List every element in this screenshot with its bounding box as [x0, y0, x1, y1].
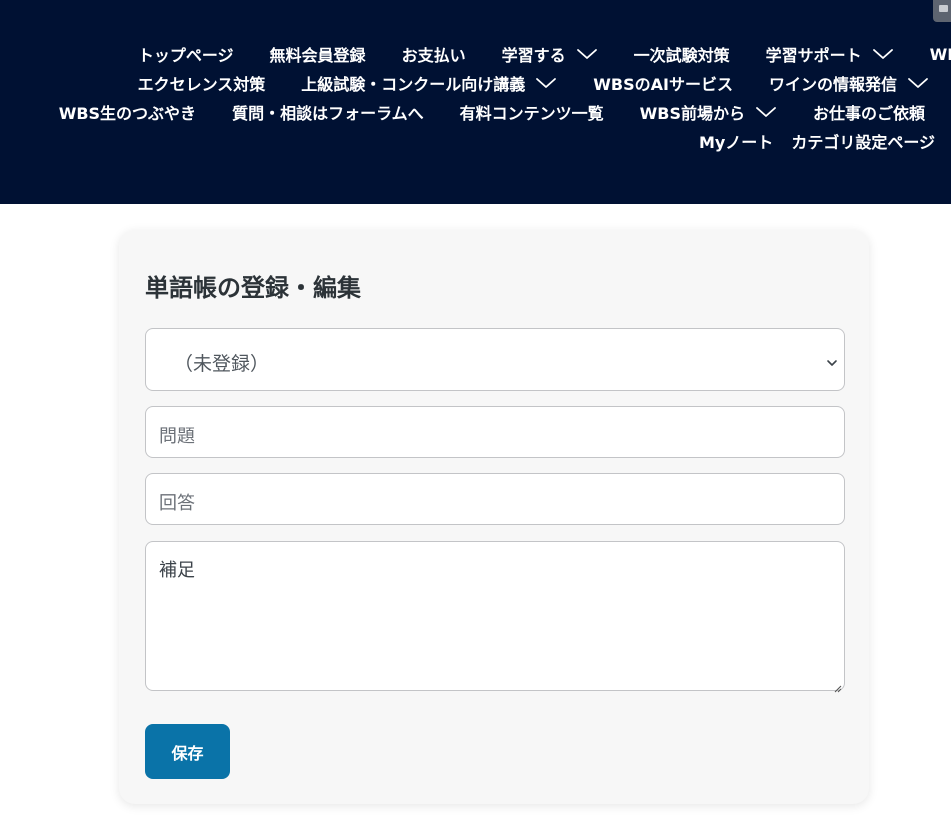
site-header: トップページ 無料会員登録 お支払い 学習する 一次試験対策 学習サポート WBS エクセレ… [0, 0, 951, 204]
save-button[interactable]: 保存 [145, 724, 230, 779]
nav-item-label: トップページ [137, 46, 234, 65]
select-value: （未登録） [174, 353, 270, 375]
nav-item-label: お支払い [401, 46, 466, 65]
nav-item-label: 一次試験対策 [633, 46, 730, 65]
nav-row: トップページ 無料会員登録 お支払い 学習する 一次試験対策 学習サポート WBS [0, 40, 951, 68]
chevron-down-icon[interactable] [755, 105, 777, 119]
nav-item[interactable]: 一次試験対策 [634, 42, 730, 66]
resize-handle-icon[interactable] [832, 678, 842, 693]
answer-placeholder: 回答 [159, 493, 195, 514]
nav-row: WBS生のつぶやき 質問・相談はフォーラムへ 有料コンテンツ一覧 WBS前場から お仕事… [0, 98, 925, 126]
nav-item-label: WBSのAIサービス [593, 75, 733, 94]
nav-item[interactable]: Myノート [699, 129, 773, 153]
nav-item-label: 学習サポート [765, 46, 862, 65]
nav-item[interactable]: 上級試験・コンクール向け講義 [301, 71, 557, 95]
nav-item[interactable]: WBSのAIサービス [593, 71, 733, 95]
nav-item[interactable]: お支払い [402, 42, 466, 66]
nav-item[interactable]: 質問・相談はフォーラムへ [232, 100, 424, 124]
note-placeholder: 補足 [159, 560, 195, 581]
nav-item-label: 質問・相談はフォーラムへ [232, 104, 424, 123]
question-placeholder: 問題 [159, 426, 195, 447]
nav-item[interactable]: お仕事のご依頼 [813, 100, 925, 124]
nav-item[interactable]: カテゴリ設定ページ [791, 129, 935, 153]
nav-row: Myノート カテゴリ設定ページ [0, 127, 935, 155]
nav-item[interactable]: 有料コンテンツ一覧 [460, 100, 604, 124]
nav-row: エクセレンス対策 上級試験・コンクール向け講義 WBSのAIサービス ワインの情報発信 [0, 69, 929, 97]
nav-item-label: 有料コンテンツ一覧 [459, 104, 604, 123]
nav-item-label: WBS [929, 44, 951, 64]
nav-item[interactable]: 無料会員登録 [270, 42, 366, 66]
nav-item[interactable]: ワインの情報発信 [769, 71, 929, 95]
chevron-down-icon [826, 354, 838, 366]
comment-icon[interactable] [933, 0, 951, 22]
nav-item[interactable]: WBS生のつぶやき [59, 100, 196, 124]
nav-item[interactable]: WBS前場から [640, 100, 777, 124]
vocab-form-card: 単語帳の登録・編集 （未登録） 問題 回答 補足 保存 [119, 230, 869, 804]
nav-item-label: お仕事のご依頼 [812, 104, 925, 123]
nav-item[interactable]: WBS [930, 45, 951, 64]
nav-item-label: WBS前場から [639, 104, 745, 123]
vocab-select[interactable]: （未登録） [145, 328, 845, 391]
chevron-down-icon[interactable] [576, 47, 598, 61]
chevron-down-icon[interactable] [535, 76, 557, 90]
nav-item-label: エクセレンス対策 [137, 75, 266, 94]
nav-item[interactable]: 学習サポート [766, 42, 894, 66]
nav-item-label: 学習する [501, 46, 566, 65]
nav-item[interactable]: 学習する [502, 42, 598, 66]
chevron-down-icon[interactable] [907, 76, 929, 90]
chevron-down-icon[interactable] [872, 47, 894, 61]
answer-input[interactable]: 回答 [145, 473, 845, 525]
nav-item-label: ワインの情報発信 [768, 75, 897, 94]
note-textarea[interactable]: 補足 [145, 541, 845, 693]
nav-item-label: Myノート [698, 133, 774, 152]
nav-item[interactable]: エクセレンス対策 [138, 71, 266, 95]
nav-item[interactable]: トップページ [138, 42, 234, 66]
question-input[interactable]: 問題 [145, 406, 845, 458]
nav-item-label: カテゴリ設定ページ [791, 133, 935, 152]
page-title: 単語帳の登録・編集 [145, 274, 361, 302]
nav-item-label: 上級試験・コンクール向け講義 [301, 75, 526, 94]
nav-item-label: WBS生のつぶやき [58, 104, 197, 123]
nav-item-label: 無料会員登録 [269, 46, 366, 65]
